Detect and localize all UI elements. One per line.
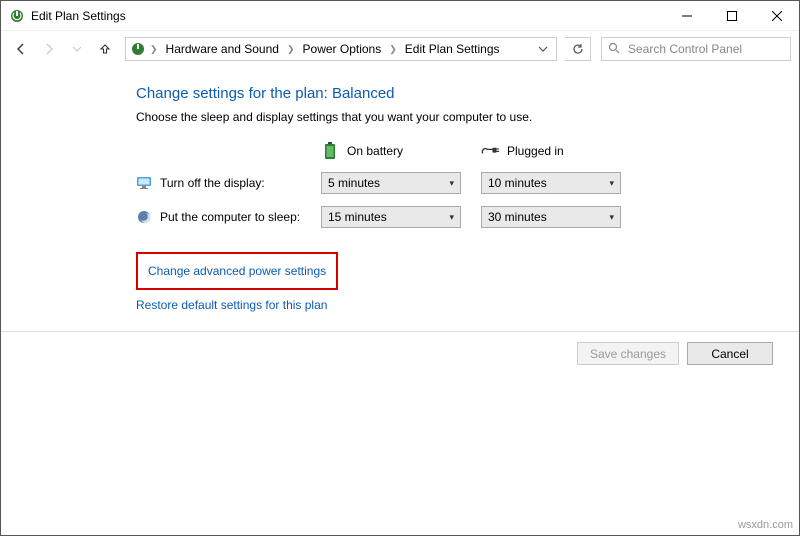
plug-icon bbox=[481, 142, 499, 160]
highlight-annotation: Change advanced power settings bbox=[136, 252, 338, 290]
location-icon bbox=[130, 41, 146, 57]
display-battery-value: 5 minutes bbox=[328, 176, 449, 190]
breadcrumb-edit-plan-settings[interactable]: Edit Plan Settings bbox=[401, 38, 504, 60]
power-options-icon bbox=[9, 8, 25, 24]
column-header-battery: On battery bbox=[321, 142, 461, 160]
breadcrumb-power-options[interactable]: Power Options bbox=[299, 38, 386, 60]
chevron-down-icon: ▾ bbox=[449, 212, 454, 223]
row-label-sleep: Put the computer to sleep: bbox=[136, 209, 301, 225]
address-dropdown[interactable] bbox=[534, 38, 552, 60]
links-area: Change advanced power settings Restore d… bbox=[136, 252, 759, 314]
chevron-down-icon: ▾ bbox=[449, 178, 454, 189]
chevron-right-icon: ❯ bbox=[285, 44, 297, 55]
forward-button[interactable] bbox=[37, 37, 61, 61]
content-area: Change settings for the plan: Balanced C… bbox=[1, 67, 799, 334]
row-label-sleep-text: Put the computer to sleep: bbox=[160, 210, 300, 224]
advanced-power-settings-link[interactable]: Change advanced power settings bbox=[148, 262, 326, 280]
navbar: ❯ Hardware and Sound ❯ Power Options ❯ E… bbox=[1, 31, 799, 67]
display-battery-select[interactable]: 5 minutes ▾ bbox=[321, 172, 461, 194]
breadcrumb-hardware-and-sound[interactable]: Hardware and Sound bbox=[162, 38, 283, 60]
battery-icon bbox=[321, 142, 339, 160]
window-title: Edit Plan Settings bbox=[31, 9, 126, 23]
back-button[interactable] bbox=[9, 37, 33, 61]
settings-grid: On battery Plugged in bbox=[136, 142, 759, 228]
search-input[interactable] bbox=[626, 41, 784, 57]
display-icon bbox=[136, 175, 152, 191]
sleep-battery-value: 15 minutes bbox=[328, 210, 449, 224]
page-title: Change settings for the plan: Balanced bbox=[136, 85, 759, 102]
page-subtitle: Choose the sleep and display settings th… bbox=[136, 110, 759, 124]
row-label-display: Turn off the display: bbox=[136, 175, 301, 191]
chevron-down-icon: ▾ bbox=[609, 178, 614, 189]
sleep-plugged-value: 30 minutes bbox=[488, 210, 609, 224]
titlebar: Edit Plan Settings bbox=[1, 1, 799, 31]
cancel-button[interactable]: Cancel bbox=[687, 342, 773, 365]
sleep-battery-select[interactable]: 15 minutes ▾ bbox=[321, 206, 461, 228]
chevron-right-icon: ❯ bbox=[148, 44, 160, 55]
address-bar[interactable]: ❯ Hardware and Sound ❯ Power Options ❯ E… bbox=[125, 37, 557, 61]
chevron-down-icon: ▾ bbox=[609, 212, 614, 223]
watermark: wsxdn.com bbox=[738, 519, 793, 531]
row-label-display-text: Turn off the display: bbox=[160, 176, 265, 190]
sleep-plugged-select[interactable]: 30 minutes ▾ bbox=[481, 206, 621, 228]
minimize-button[interactable] bbox=[664, 1, 709, 31]
column-header-battery-label: On battery bbox=[347, 144, 403, 158]
sleep-icon bbox=[136, 209, 152, 225]
column-header-plugged: Plugged in bbox=[481, 142, 621, 160]
column-header-plugged-label: Plugged in bbox=[507, 144, 564, 158]
footer: Save changes Cancel bbox=[1, 331, 799, 375]
chevron-right-icon: ❯ bbox=[387, 44, 399, 55]
refresh-button[interactable] bbox=[565, 37, 591, 61]
restore-defaults-link[interactable]: Restore default settings for this plan bbox=[136, 296, 327, 314]
display-plugged-value: 10 minutes bbox=[488, 176, 609, 190]
recent-dropdown[interactable] bbox=[65, 37, 89, 61]
save-button[interactable]: Save changes bbox=[577, 342, 679, 365]
search-icon bbox=[608, 42, 620, 57]
close-button[interactable] bbox=[754, 1, 799, 31]
search-box[interactable] bbox=[601, 37, 791, 61]
display-plugged-select[interactable]: 10 minutes ▾ bbox=[481, 172, 621, 194]
window-controls bbox=[664, 1, 799, 31]
up-button[interactable] bbox=[93, 37, 117, 61]
maximize-button[interactable] bbox=[709, 1, 754, 31]
